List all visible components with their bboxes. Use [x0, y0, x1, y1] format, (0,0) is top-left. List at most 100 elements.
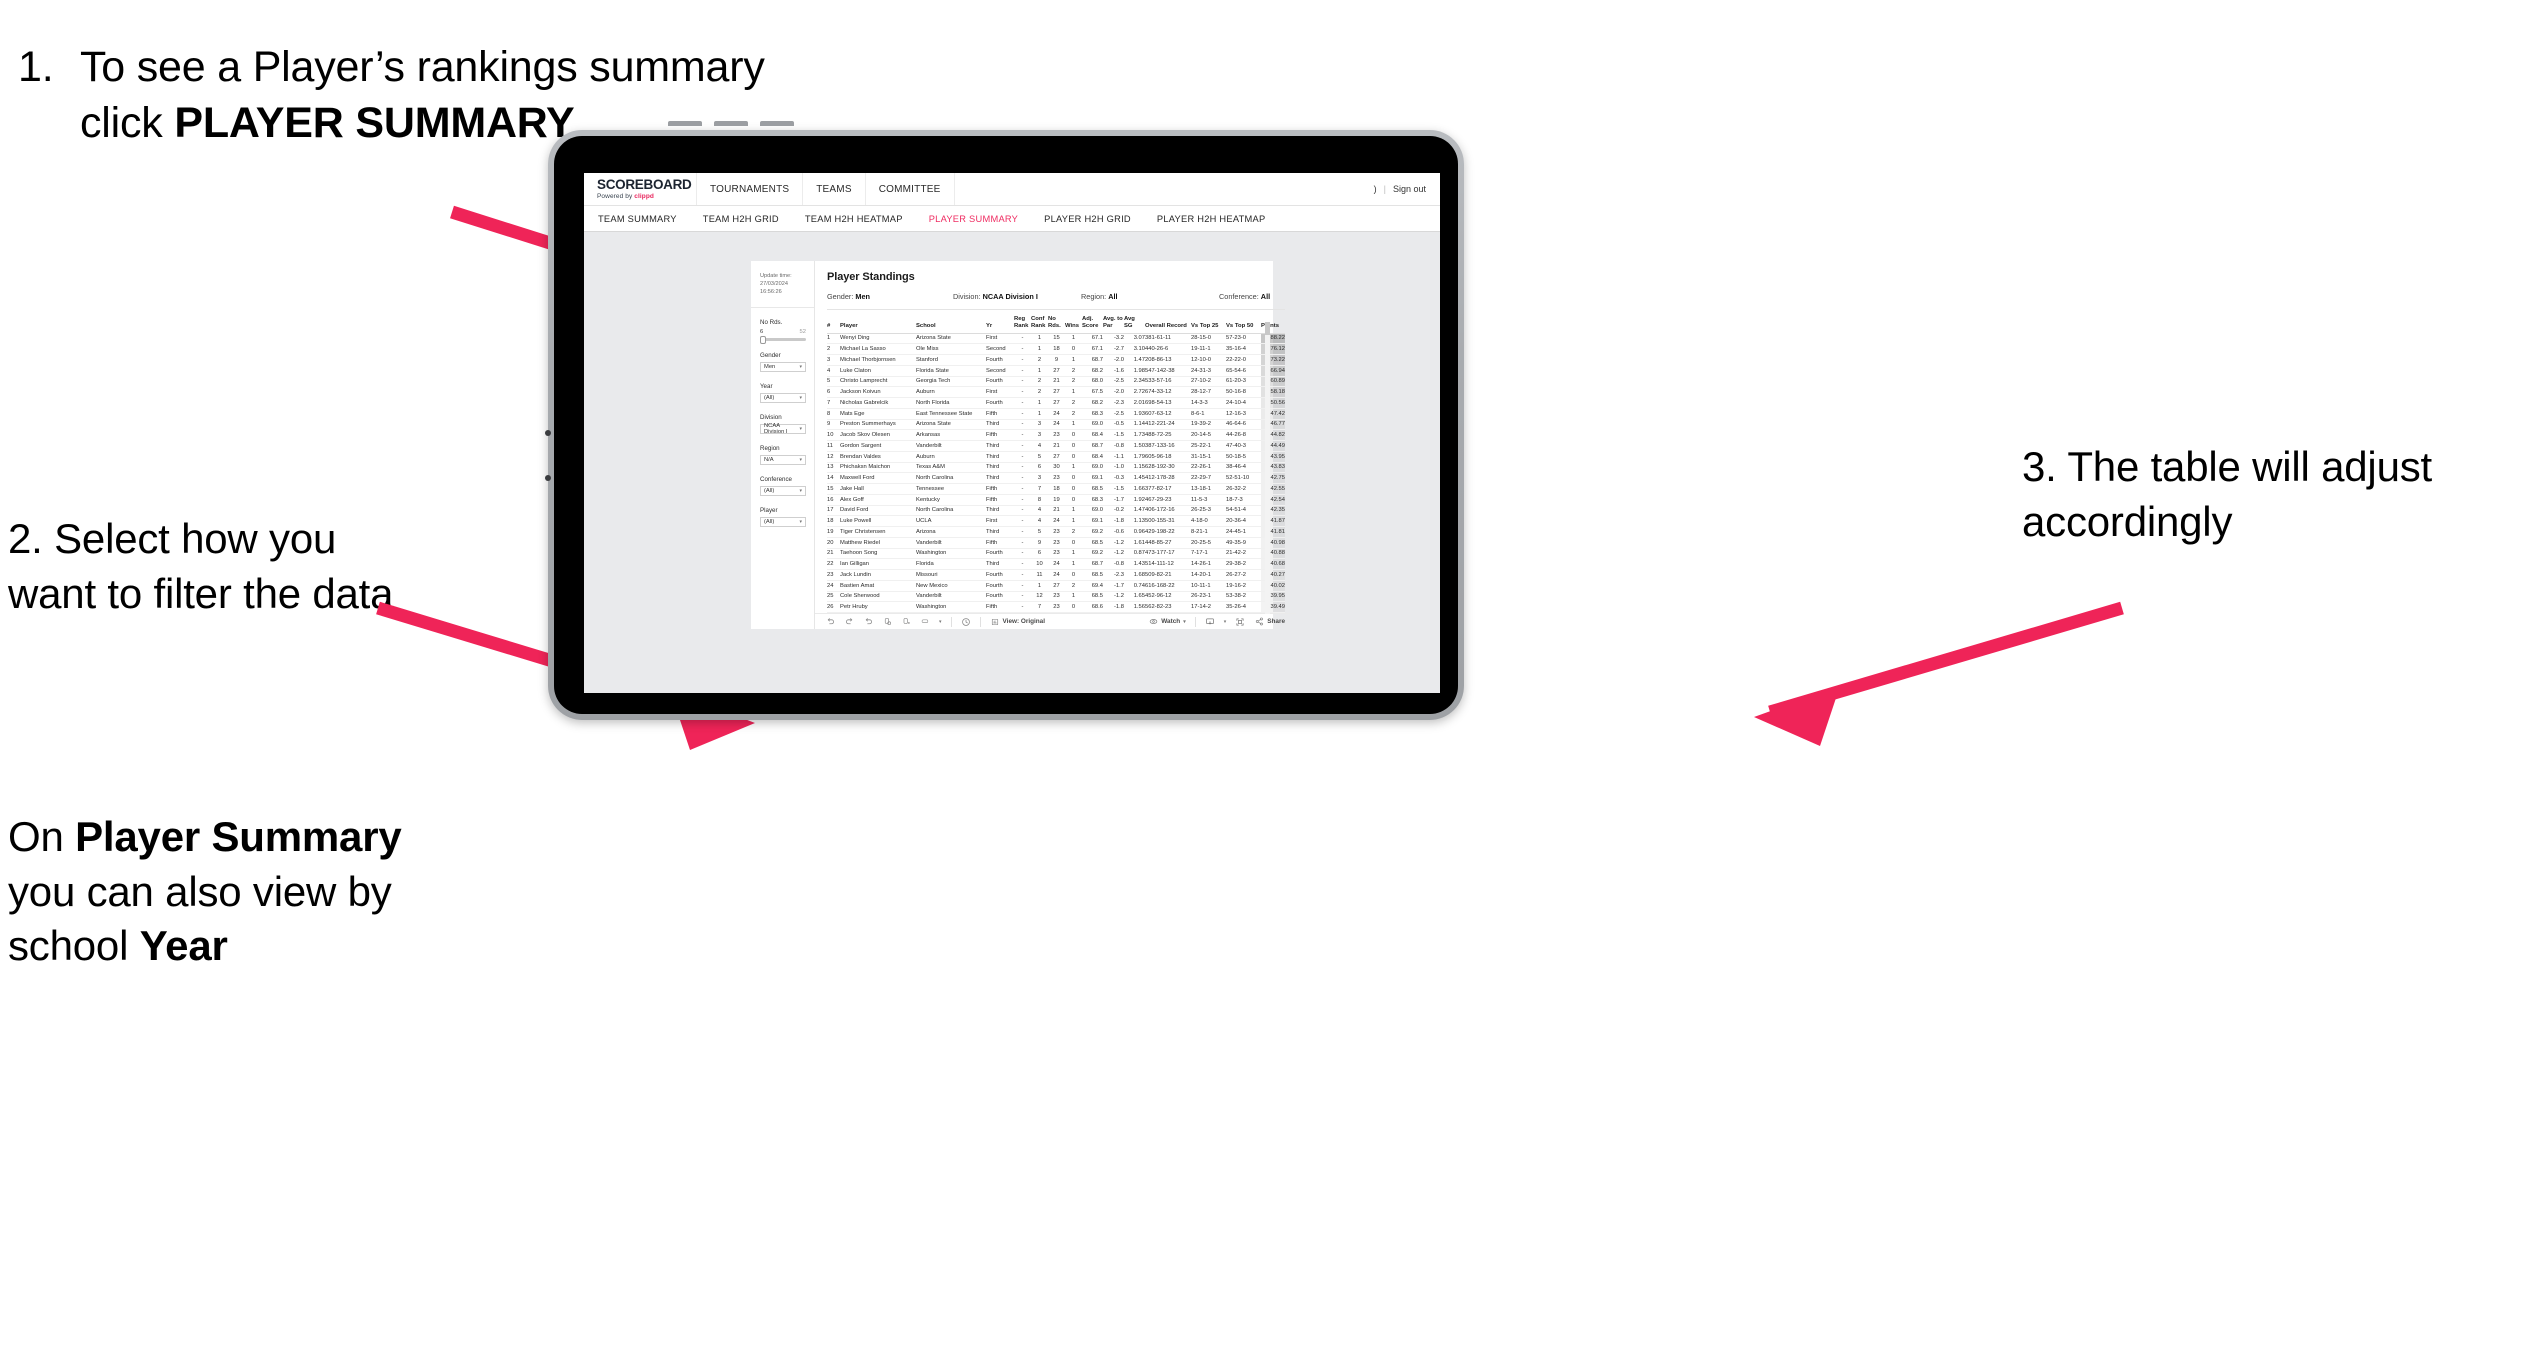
cell-vs_top_50: 49-35-9 — [1226, 537, 1261, 549]
col-yr[interactable]: Yr — [986, 315, 1014, 334]
filter-region-select[interactable]: N/A ▾ — [760, 455, 806, 466]
col-avg-to-par[interactable]: Avg. to Par — [1103, 315, 1124, 334]
sub-nav-item-player-h2h-grid[interactable]: PLAYER H2H GRID — [1044, 214, 1131, 224]
fullscreen-icon[interactable] — [1235, 617, 1245, 627]
redo-icon[interactable] — [844, 617, 854, 627]
cell-adj_score: 68.5 — [1082, 483, 1103, 495]
col-wins[interactable]: Wins — [1065, 315, 1082, 334]
watch-button[interactable]: Watch ▾ — [1148, 617, 1186, 627]
filter-player-select[interactable]: (All) ▾ — [760, 517, 806, 528]
brand-tagline-link[interactable]: clippd — [634, 193, 654, 200]
table-row[interactable]: 7 Nicholas Gabrelcik North Florida Fourth -1… — [827, 397, 1285, 409]
cell-avg_to_par: -2.5 — [1103, 408, 1124, 420]
cell-school: Tennessee — [916, 483, 986, 495]
col-adj-score[interactable]: Adj. Score — [1082, 315, 1103, 334]
table-row[interactable]: 3 Michael Thorbjornsen Stanford Fourth -2 9 1 6… — [827, 354, 1285, 366]
cell-rank: 20 — [827, 537, 840, 549]
filter-conference-select[interactable]: (All) ▾ — [760, 486, 806, 497]
top-nav-item-teams[interactable]: TEAMS — [803, 173, 866, 205]
table-row[interactable]: 4 Luke Claton Florida State Second -1 27 2 68.2… — [827, 365, 1285, 377]
slider-track[interactable] — [760, 335, 806, 344]
table-row[interactable]: 20 Matthew Riedel Vanderbilt Fifth -9 23 0 68.5… — [827, 537, 1285, 549]
pause-auto-update-icon[interactable] — [901, 617, 911, 627]
user-avatar[interactable]: ) — [1374, 184, 1377, 194]
table-row[interactable]: 25 Cole Sherwood Vanderbilt Fourth -12 23 1 68.… — [827, 591, 1285, 603]
cell-conf_rank: 7 — [1031, 483, 1048, 495]
undo-icon[interactable] — [825, 617, 835, 627]
table-row[interactable]: 23 Jack Lundin Missouri Fourth -11 24 0 68.5 -2.… — [827, 569, 1285, 581]
cell-adj_score: 68.3 — [1082, 408, 1103, 420]
table-row[interactable]: 8 Mats Ege East Tennessee State Fifth -1 24 2 6… — [827, 408, 1285, 420]
table-row[interactable]: 24 Bastien Amat New Mexico Fourth -1 27 2 69.4-… — [827, 580, 1285, 592]
top-nav-item-tournaments[interactable]: TOURNAMENTS — [697, 173, 804, 205]
sign-out-button[interactable]: Sign out — [1393, 184, 1426, 194]
filter-year-value: (All) — [764, 395, 775, 402]
download-icon[interactable] — [1205, 617, 1215, 627]
col-reg-rank[interactable]: Reg Rank — [1014, 315, 1031, 334]
table-row[interactable]: 12 Brendan Valdes Auburn Third -5 27 0 68.4 -1.1… — [827, 451, 1285, 463]
filter-division-select[interactable]: NCAA Division I ▾ — [760, 423, 806, 435]
no-rds-slider[interactable]: 6 52 — [760, 329, 806, 344]
summary-gender-value: Men — [855, 292, 871, 301]
col-vs-top-25[interactable]: Vs Top 25 — [1191, 315, 1226, 334]
view-original-button[interactable]: View: Original — [990, 617, 1045, 627]
table-row[interactable]: 16 Alex Goff Kentucky Fifth -8 19 0 68.3 -1.7 1.9… — [827, 494, 1285, 506]
cell-school: Arkansas — [916, 429, 986, 442]
brand-logo[interactable]: SCOREBOARD Powered by clippd — [584, 173, 697, 205]
device-layout-icon[interactable] — [920, 617, 930, 627]
col-player[interactable]: Player — [840, 315, 916, 334]
table-row[interactable]: 5 Christo Lamprecht Georgia Tech Fourth -2 21… — [827, 376, 1285, 388]
col-school[interactable]: School — [916, 315, 986, 334]
table-row[interactable]: 21 Taehoon Song Washington Fourth -6 23 1 69.2-… — [827, 548, 1285, 560]
table-scrollbar-thumb[interactable] — [1265, 322, 1270, 335]
cell-wins: 2 — [1065, 580, 1082, 592]
table-row[interactable]: 11 Gordon Sargent Vanderbilt Third -4 21 0 68.7… — [827, 440, 1285, 452]
col-avg-sg[interactable]: Avg SG — [1124, 315, 1145, 334]
cell-avg_to_par: -0.3 — [1103, 472, 1124, 485]
view-icon — [990, 617, 1000, 627]
table-row[interactable]: 13 Phichaksn Maichon Texas A&M Third -6 30 1 69… — [827, 462, 1285, 474]
revert-icon[interactable] — [863, 617, 873, 627]
col-no-rds[interactable]: No Rds. — [1048, 315, 1065, 334]
pause-refresh-icon[interactable] — [961, 617, 971, 627]
sub-nav-item-team-h2h-heatmap[interactable]: TEAM H2H HEATMAP — [805, 214, 903, 224]
filter-year-select[interactable]: (All) ▾ — [760, 393, 806, 404]
cell-rank: 19 — [827, 526, 840, 538]
col-vs-top-50[interactable]: Vs Top 50 — [1226, 315, 1261, 334]
cell-reg_rank: - — [1014, 591, 1031, 603]
table-row[interactable]: 15 Jake Hall Tennessee Fifth -7 18 0 68.5 -1.5 1.… — [827, 483, 1285, 495]
cell-reg_rank: - — [1014, 483, 1031, 495]
table-row[interactable]: 10 Jacob Skov Olesen Arkansas Fifth -3 23 0 68.… — [827, 429, 1285, 442]
col-conf-rank[interactable]: Conf Rank — [1031, 315, 1048, 334]
top-nav-item-committee[interactable]: COMMITTEE — [866, 173, 955, 205]
cell-avg_to_par: -1.2 — [1103, 537, 1124, 549]
chevron-down-icon[interactable]: ▾ — [1224, 619, 1227, 625]
refresh-data-icon[interactable] — [882, 617, 892, 627]
table-row[interactable]: 17 David Ford North Carolina Third -4 21 1 69.0… — [827, 505, 1285, 517]
cell-overall_record: 509-82-21 — [1145, 569, 1191, 581]
sub-nav-item-team-summary[interactable]: TEAM SUMMARY — [598, 214, 677, 224]
table-row[interactable]: 2 Michael La Sasso Ole Miss Second -1 18 0 67.1… — [827, 343, 1285, 356]
cell-adj_score: 67.5 — [1082, 386, 1103, 399]
cell-vs_top_25: 25-22-1 — [1191, 440, 1226, 452]
sub-nav-item-player-h2h-heatmap[interactable]: PLAYER H2H HEATMAP — [1157, 214, 1266, 224]
chevron-down-icon[interactable]: ▾ — [939, 619, 942, 625]
table-row[interactable]: 9 Preston Summerhays Arizona State Third -3 2… — [827, 419, 1285, 431]
table-row[interactable]: 1 Wenyi Ding Arizona State First -1 15 1 67.1 -3… — [827, 333, 1285, 345]
table-row[interactable]: 6 Jackson Koivun Auburn First -2 27 1 67.5 -2.0 2… — [827, 386, 1285, 399]
table-row[interactable]: 26 Petr Hruby Washington Fifth -7 23 0 68.6 -1.8… — [827, 601, 1285, 614]
slider-handle[interactable] — [760, 335, 766, 344]
cell-avg_sg: 3.07 — [1124, 333, 1145, 345]
table-row[interactable]: 18 Luke Powell UCLA First -4 24 1 69.1 -1.8 1.13 5… — [827, 515, 1285, 528]
cell-reg_rank: - — [1014, 537, 1031, 549]
table-row[interactable]: 22 Ian Gilligan Florida Third -10 24 1 68.7 -0.8… — [827, 558, 1285, 571]
table-row[interactable]: 14 Maxwell Ford North Carolina Third -3 23 0 69… — [827, 472, 1285, 485]
col-rank[interactable]: # — [827, 315, 840, 334]
col-overall-record[interactable]: Overall Record — [1145, 315, 1191, 334]
table-scrollbar[interactable] — [1265, 322, 1270, 614]
share-button[interactable]: Share — [1254, 617, 1285, 627]
sub-nav-item-team-h2h-grid[interactable]: TEAM H2H GRID — [703, 214, 779, 224]
table-row[interactable]: 19 Tiger Christensen Arizona Third -5 23 2 69.2… — [827, 526, 1285, 538]
filter-gender-select[interactable]: Men ▾ — [760, 362, 806, 373]
sub-nav-item-player-summary[interactable]: PLAYER SUMMARY — [929, 214, 1018, 224]
